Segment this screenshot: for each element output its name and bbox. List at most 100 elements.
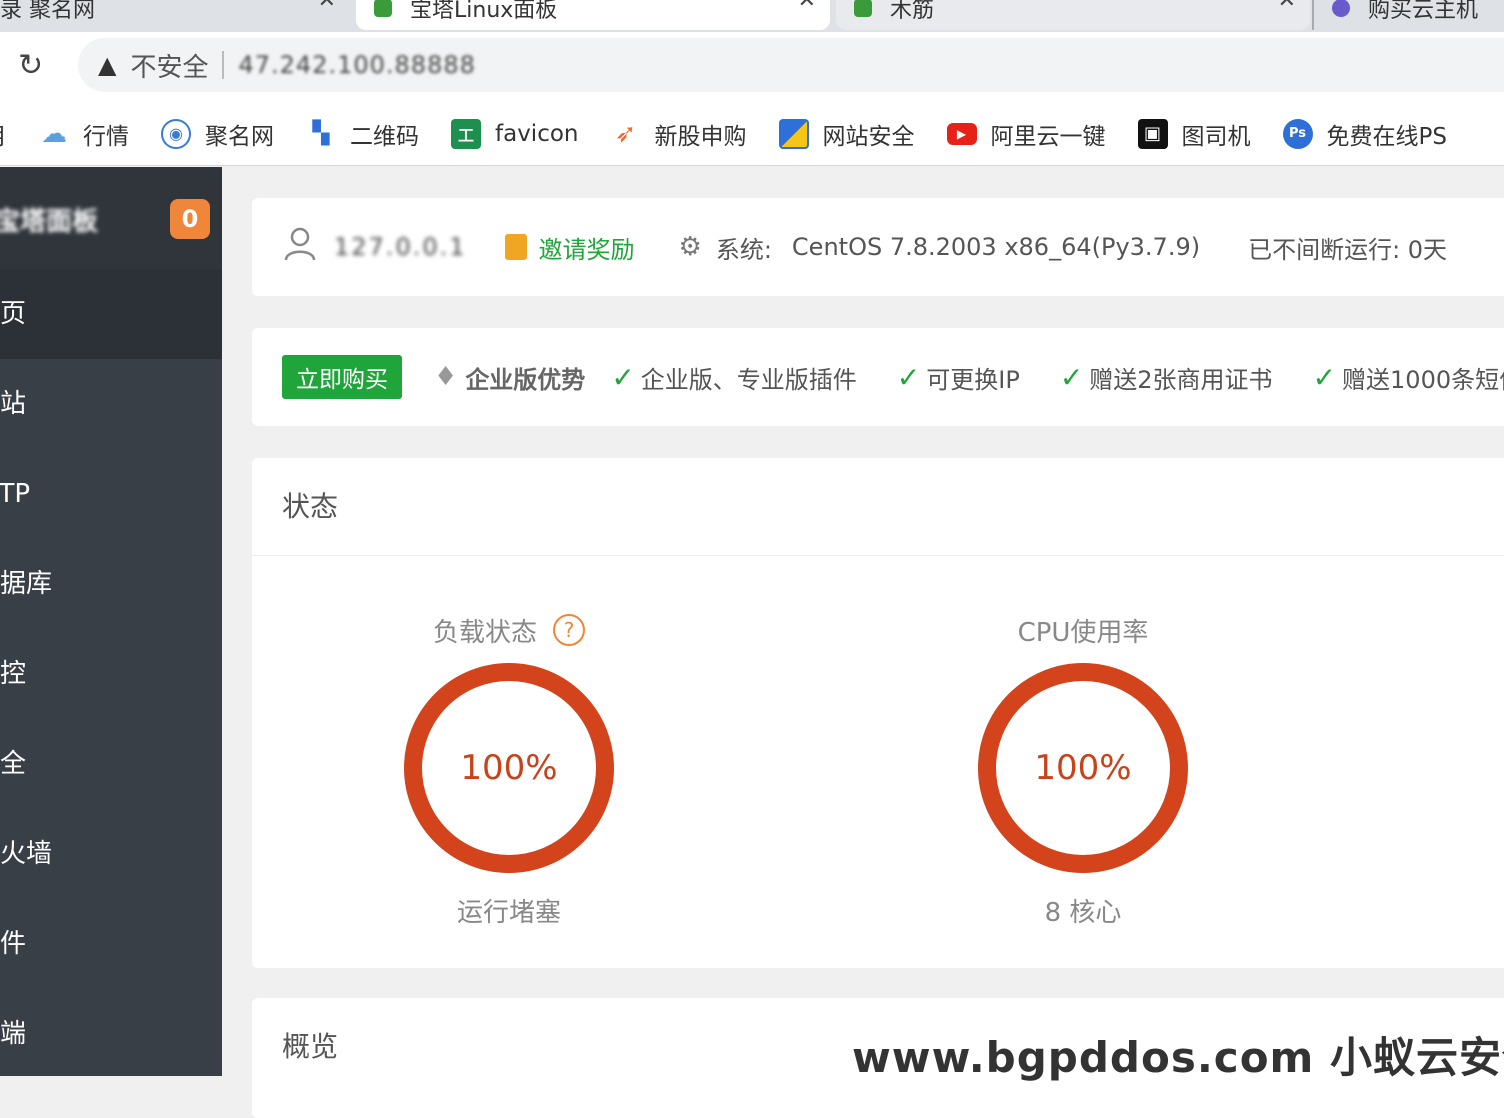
tab-title: 登录 聚名网 xyxy=(0,0,95,23)
gauge-value: 100% xyxy=(1034,748,1132,788)
enterprise-promo-bar: 立即购买 ♦ 企业版优势 ✓ 企业版、专业版插件 ✓ 可更换IP ✓ 赠送2张商用证书… xyxy=(252,328,1504,426)
buy-now-button[interactable]: 立即购买 xyxy=(282,355,402,399)
bookmark-item[interactable]: ◉ 聚名网 xyxy=(161,117,274,151)
gauge-label-row: CPU使用率 xyxy=(963,610,1203,650)
browser-tab-strip: 登录 聚名网 ✕ 宝塔Linux面板 ✕ 木筋 ✕ 购买云主机 xyxy=(0,0,1504,32)
browser-toolbar: ↻ ▲ 不安全 47.242.100.88888 xyxy=(0,32,1504,102)
load-ring[interactable]: 100% xyxy=(403,662,615,874)
close-tab-icon[interactable]: ✕ xyxy=(1278,0,1296,13)
bookmark-label: 行情 xyxy=(83,123,129,150)
bt-favicon-icon xyxy=(854,0,872,17)
youtube-icon: ▶ xyxy=(946,122,977,145)
sidebar-item-firewall[interactable]: 防火墙 xyxy=(0,809,222,899)
sidebar-item-website[interactable]: 网站 xyxy=(0,359,222,449)
uptime: 已不间断运行: 0天 xyxy=(1248,235,1448,264)
cloud-icon: ☁ xyxy=(41,118,67,149)
close-tab-icon[interactable]: ✕ xyxy=(798,0,816,13)
ps-icon: Ps xyxy=(1282,118,1313,149)
url-text[interactable]: 47.242.100.88888 xyxy=(238,51,475,79)
cpu-ring[interactable]: 100% xyxy=(977,662,1189,874)
favicon-tool-icon: 工 xyxy=(451,118,481,149)
sidebar-item-ftp[interactable]: FTP xyxy=(0,449,222,539)
advantage-title: 企业版优势 xyxy=(465,365,586,394)
sidebar: 宝塔面板 0 首页 网站 FTP 数据库 监控 安全 防火墙 文件 终端 xyxy=(0,167,222,1076)
shield-icon xyxy=(778,118,809,149)
status-card: 状态 负载状态 ? 100% 运行堵塞 CPU使用率 100% 8 核心 xyxy=(252,458,1504,968)
check-icon: ✓ xyxy=(1059,360,1084,394)
bookmark-item[interactable]: Ps 免费在线PS xyxy=(1282,117,1447,151)
check-icon: ✓ xyxy=(1312,360,1337,394)
sidebar-item-monitor[interactable]: 监控 xyxy=(0,629,222,719)
tab-login-juming[interactable]: 登录 聚名网 ✕ xyxy=(0,0,350,30)
warning-icon[interactable]: ▲ xyxy=(98,51,116,79)
bookmark-item[interactable]: 月 xyxy=(0,117,7,151)
bookmark-label: 阿里云一键 xyxy=(990,123,1106,150)
check-icon: ✓ xyxy=(611,360,635,394)
gauge-sub: 运行堵塞 xyxy=(456,898,561,928)
signal-icon: ◉ xyxy=(161,118,191,149)
omnibox-separator xyxy=(222,51,225,79)
feature-item: ✓赠送1000条短信 xyxy=(1313,360,1504,395)
bookmark-item[interactable]: ▚ 二维码 xyxy=(306,117,419,151)
bookmark-label: 新股申购 xyxy=(654,123,747,150)
tab-title: 木筋 xyxy=(890,0,935,23)
system-label: 系统: xyxy=(715,235,772,264)
address-bar[interactable]: ▲ 不安全 47.242.100.88888 xyxy=(78,38,1504,92)
bookmark-item[interactable]: ☁ 行情 xyxy=(39,117,129,151)
diamond-icon: ♦ xyxy=(434,362,458,392)
notification-badge[interactable]: 0 xyxy=(170,199,210,239)
help-icon[interactable]: ? xyxy=(553,614,585,646)
feature-label: 企业版、专业版插件 xyxy=(640,365,857,394)
gear-icon: ⚙ xyxy=(678,232,702,262)
cpu-gauge: CPU使用率 100% 8 核心 xyxy=(963,610,1203,929)
gauge-sub: 8 核心 xyxy=(1044,898,1122,928)
bird-icon: ➶ xyxy=(614,118,637,149)
tab-third[interactable]: 木筋 ✕ xyxy=(836,0,1310,30)
bookmark-item[interactable]: ➶ 新股申购 xyxy=(611,117,747,151)
bookmark-label: 聚名网 xyxy=(205,123,274,150)
bookmark-label: 二维码 xyxy=(350,123,419,150)
gauge-label: 负载状态 xyxy=(432,617,537,648)
load-gauge: 负载状态 ? 100% 运行堵塞 xyxy=(389,610,629,929)
gauge-label-row: 负载状态 ? xyxy=(389,610,629,650)
user-icon xyxy=(284,227,316,267)
check-icon: ✓ xyxy=(896,360,921,394)
gauge-label: CPU使用率 xyxy=(1017,617,1149,648)
gauge-value: 100% xyxy=(460,748,558,788)
bookmark-item[interactable]: 网站安全 xyxy=(778,117,915,151)
sidebar-item-security[interactable]: 安全 xyxy=(0,719,222,809)
bookmarks-bar: 月 ☁ 行情 ◉ 聚名网 ▚ 二维码 工 favicon ➶ 新股申购 网站安全… xyxy=(0,102,1504,166)
tab-fourth[interactable]: 购买云主机 xyxy=(1312,0,1504,30)
bookmark-item[interactable]: ▣ 图司机 xyxy=(1137,117,1251,151)
bookmark-item[interactable]: ▶ 阿里云一键 xyxy=(946,117,1106,151)
feature-item: ✓ 赠送2张商用证书 xyxy=(1060,360,1273,395)
feature-label: 可更换IP xyxy=(926,365,1020,394)
tab-title: 宝塔Linux面板 xyxy=(410,0,558,23)
status-title: 状态 xyxy=(252,458,1504,556)
bookmark-label: 网站安全 xyxy=(822,123,915,150)
sidebar-item-terminal[interactable]: 终端 xyxy=(0,989,222,1079)
sidebar-header: 宝塔面板 0 xyxy=(0,167,222,269)
gift-icon xyxy=(504,234,527,260)
reload-icon[interactable]: ↻ xyxy=(18,50,43,82)
sidebar-item-home[interactable]: 首页 xyxy=(0,269,222,359)
invite-reward-link[interactable]: 邀请奖励 xyxy=(539,230,635,265)
bookmark-item[interactable]: 工 favicon xyxy=(451,118,579,149)
system-value: CentOS 7.8.2003 x86_64(Py3.7.9) xyxy=(791,233,1201,261)
picture-icon: ▣ xyxy=(1137,118,1168,149)
feature-item: ✓ 企业版、专业版插件 xyxy=(611,360,856,395)
sidebar-item-database[interactable]: 数据库 xyxy=(0,539,222,629)
cloud-favicon-icon xyxy=(1332,0,1350,17)
bookmark-label: 月 xyxy=(0,117,7,151)
username[interactable]: 127.0.0.1 xyxy=(334,233,467,261)
close-tab-icon[interactable]: ✕ xyxy=(318,0,336,13)
security-label[interactable]: 不安全 xyxy=(130,47,208,84)
sidebar-item-files[interactable]: 文件 xyxy=(0,899,222,989)
feature-label: 赠送1000条短信 xyxy=(1342,365,1504,394)
qr-icon: ▚ xyxy=(312,121,330,146)
bt-favicon-icon xyxy=(374,0,392,17)
tab-bt-panel[interactable]: 宝塔Linux面板 ✕ xyxy=(356,0,830,30)
server-info-bar: 127.0.0.1 邀请奖励 ⚙ 系统: CentOS 7.8.2003 x86… xyxy=(252,198,1504,296)
bookmark-label: 图司机 xyxy=(1181,123,1251,150)
panel-logo[interactable]: 宝塔面板 xyxy=(0,201,98,238)
